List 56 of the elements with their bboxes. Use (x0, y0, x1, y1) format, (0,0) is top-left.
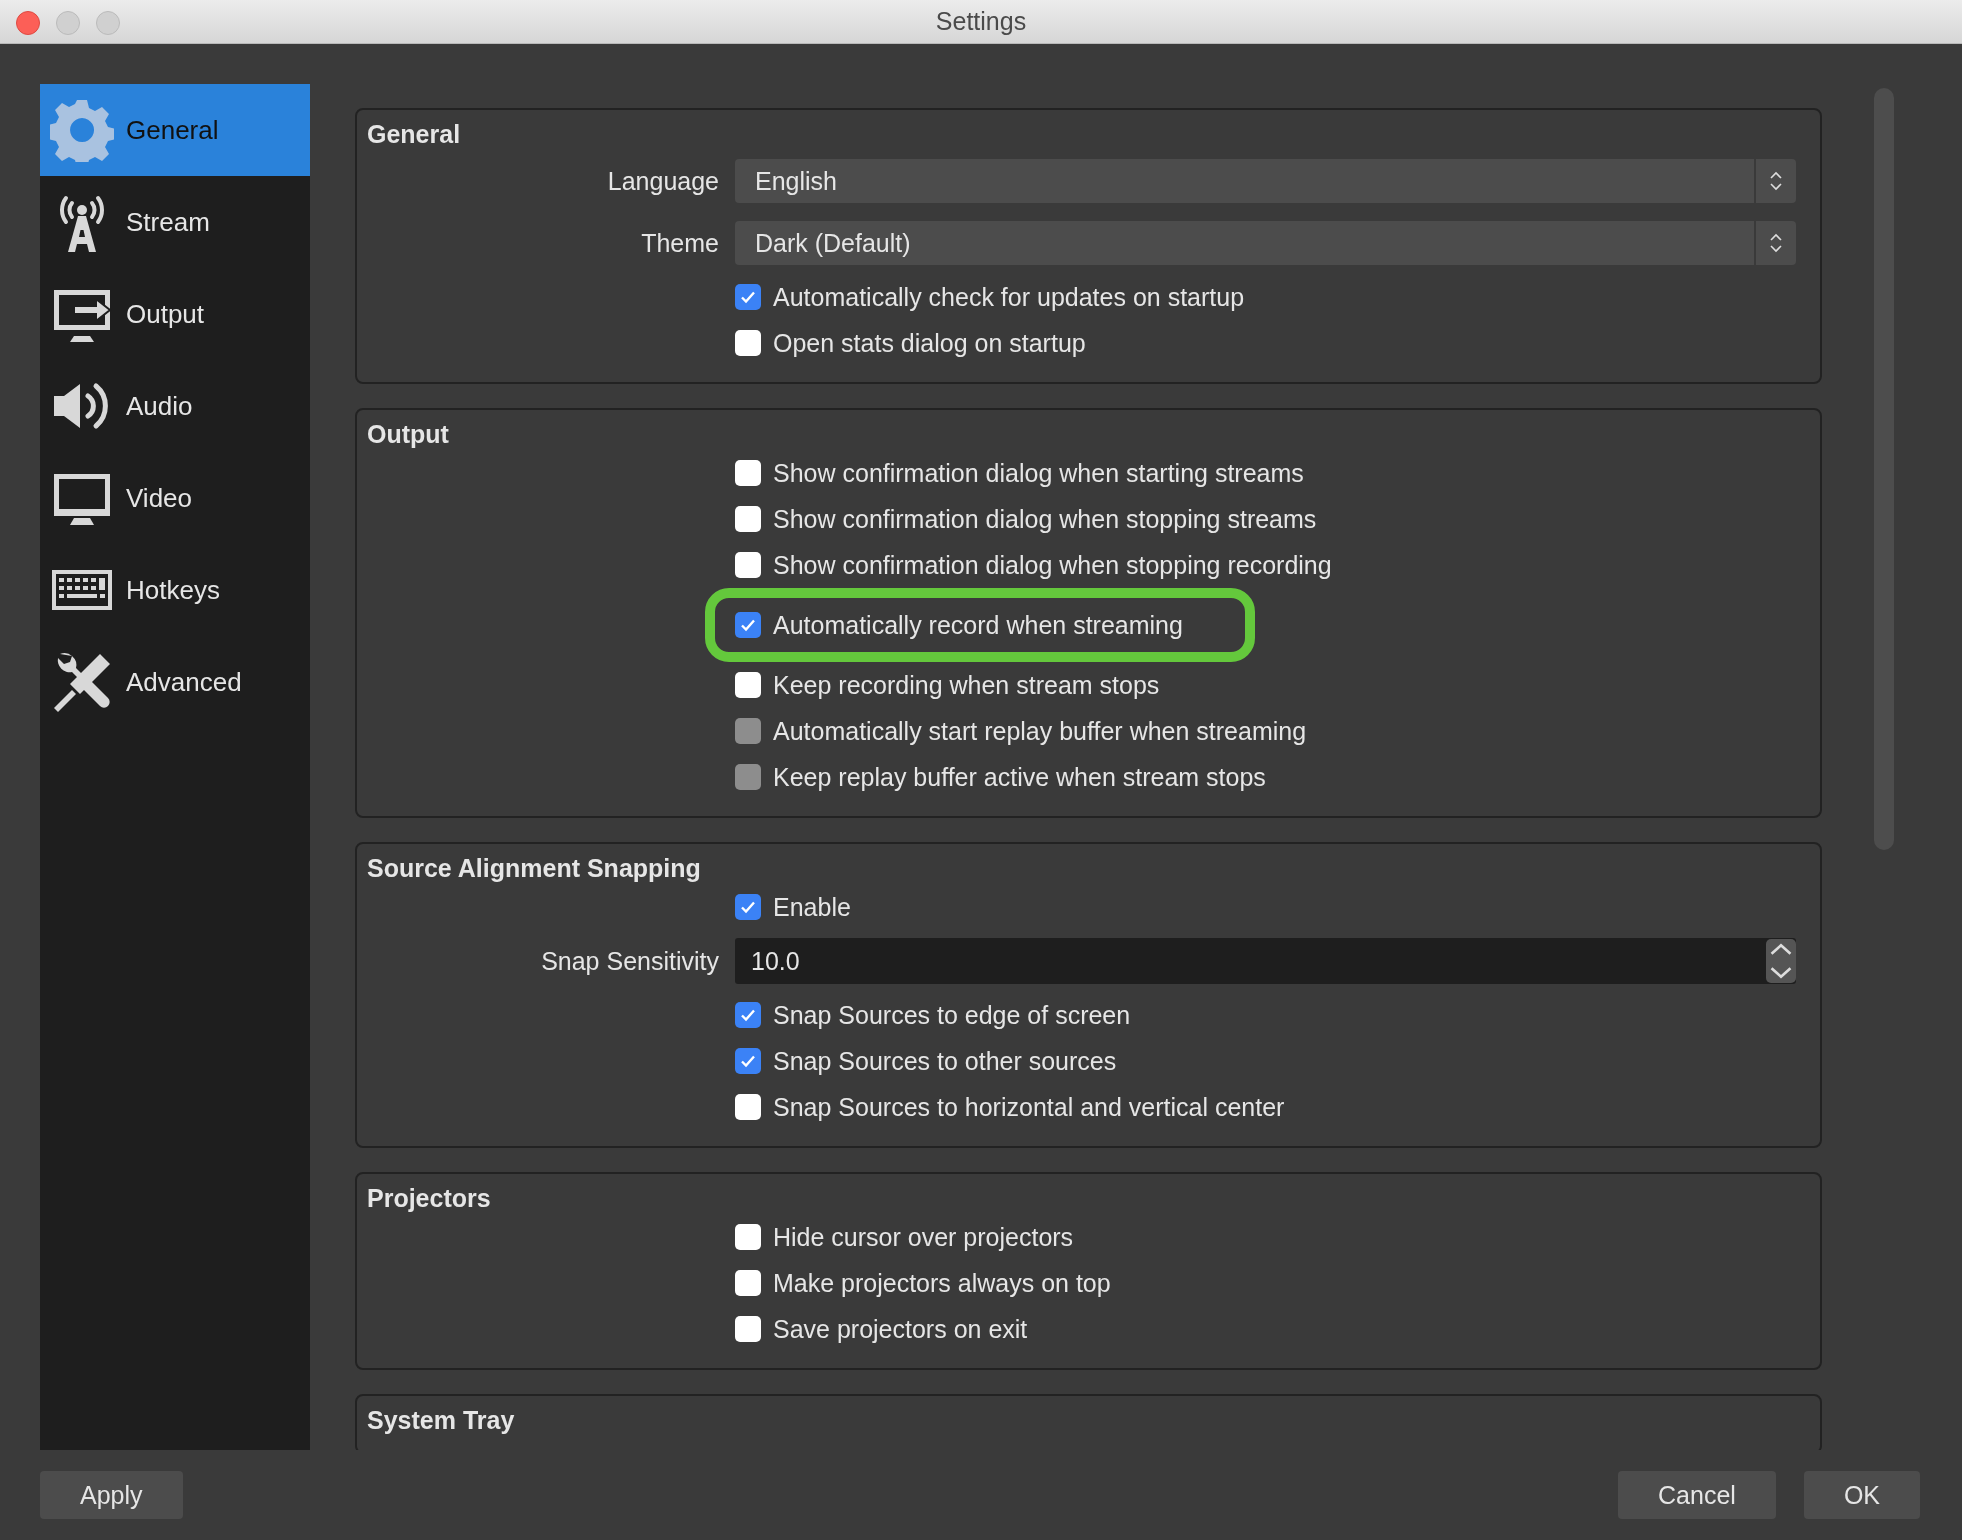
checkbox-label: Snap Sources to horizontal and vertical center (773, 1092, 1285, 1122)
checkbox-label: Make projectors always on top (773, 1268, 1111, 1298)
apply-button[interactable]: Apply (40, 1471, 183, 1519)
checkbox[interactable] (735, 506, 761, 532)
group-title: Source Alignment Snapping (367, 853, 701, 884)
checkbox-label: Keep replay buffer active when stream stops (773, 762, 1266, 792)
checkbox-label: Enable (773, 892, 851, 922)
sidebar-item[interactable]: Audio (40, 360, 310, 452)
dropdown[interactable]: Dark (Default) (735, 221, 1796, 265)
checkbox-label: Show confirmation dialog when stopping recording (773, 550, 1332, 580)
checkbox[interactable] (735, 284, 761, 310)
group-title: Projectors (367, 1183, 491, 1214)
checkbox-label: Hide cursor over projectors (773, 1222, 1074, 1252)
field-label: Snap Sensitivity (540, 946, 719, 976)
group-title: Output (367, 419, 449, 450)
sidebar-item[interactable]: Advanced (40, 636, 310, 728)
checkbox[interactable] (735, 552, 761, 578)
checkbox[interactable] (735, 1224, 761, 1250)
number-field[interactable]: 10.0 (735, 938, 1796, 984)
checkbox-label: Show confirmation dialog when starting streams (773, 458, 1304, 488)
checkbox[interactable] (735, 1002, 761, 1028)
field-label: Theme (640, 228, 719, 258)
checkbox[interactable] (735, 1270, 761, 1296)
window-title: Settings (935, 7, 1027, 36)
checkbox-label: Show confirmation dialog when stopping streams (773, 504, 1317, 534)
checkbox[interactable] (735, 672, 761, 698)
checkbox-label: Automatically record when streaming (773, 610, 1183, 640)
field-label: Language (606, 166, 719, 196)
gear-icon (50, 98, 114, 162)
checkbox-label: Snap Sources to other sources (773, 1046, 1117, 1076)
sidebar-item[interactable]: Hotkeys (40, 544, 310, 636)
checkbox-label: Automatically check for updates on startup (773, 282, 1245, 312)
up-down-icon (1768, 231, 1784, 255)
dropdown[interactable]: English (735, 159, 1796, 203)
sidebar-item[interactable]: Video (40, 452, 310, 544)
checkbox-label: Open stats dialog on startup (773, 328, 1086, 358)
checkbox-label: Keep recording when stream stops (773, 670, 1160, 700)
close-button[interactable] (16, 11, 40, 35)
sidebar-item[interactable]: Output (40, 268, 310, 360)
up-down-icon (1768, 169, 1784, 193)
group-title: General (367, 119, 461, 150)
checkbox[interactable] (735, 612, 761, 638)
checkbox-label: Save projectors on exit (773, 1314, 1028, 1344)
dialog-button[interactable]: Cancel (1618, 1471, 1776, 1519)
checkbox[interactable] (735, 330, 761, 356)
checkbox[interactable] (735, 1048, 761, 1074)
checkbox-label: Automatically start replay buffer when streaming (773, 716, 1307, 746)
checkbox[interactable] (735, 894, 761, 920)
checkbox-label: Snap Sources to edge of screen (773, 1000, 1131, 1030)
checkbox[interactable] (735, 1316, 761, 1342)
checkbox[interactable] (735, 1094, 761, 1120)
sidebar-item[interactable]: General (40, 84, 310, 176)
sidebar-item[interactable]: Stream (40, 176, 310, 268)
dialog-button[interactable]: OK (1803, 1471, 1920, 1519)
group-title: System Tray (367, 1405, 515, 1436)
checkbox[interactable] (735, 460, 761, 486)
